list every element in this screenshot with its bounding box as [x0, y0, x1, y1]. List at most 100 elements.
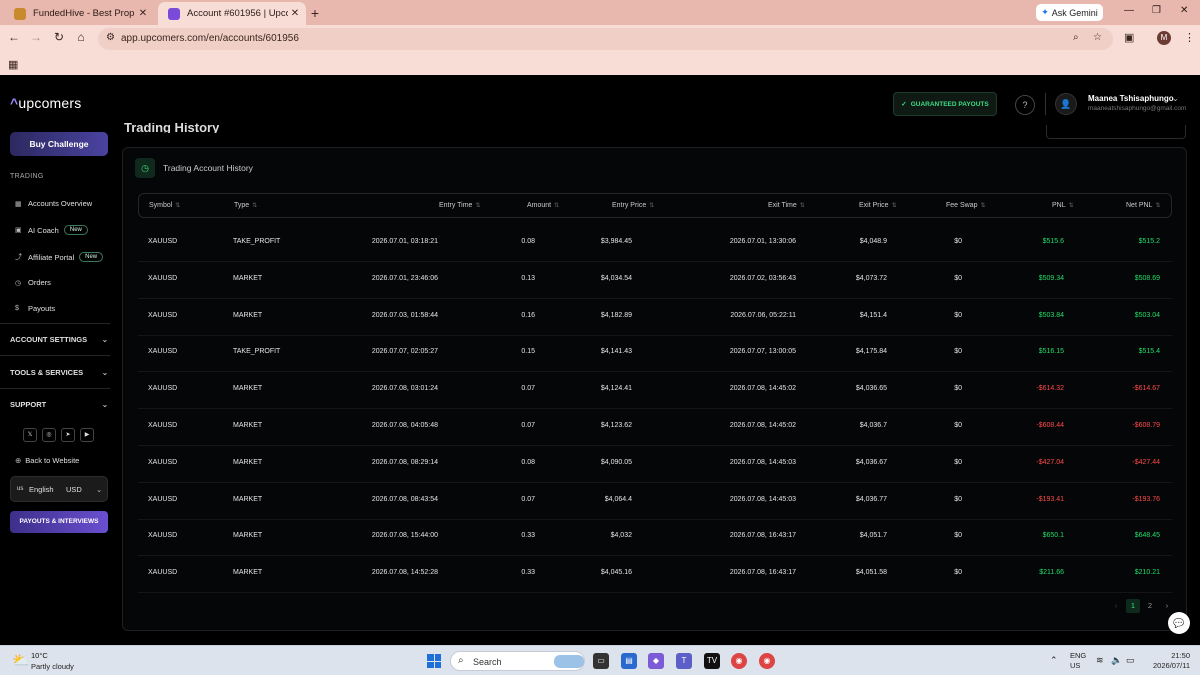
column-header-exit-time[interactable]: Exit Time ⇅	[768, 202, 805, 209]
close-window-icon[interactable]: ✕	[1180, 5, 1188, 16]
sidebar-item-ai-coach[interactable]: ▣ AI Coach New	[15, 225, 88, 235]
currency-value: USD	[66, 485, 82, 494]
tab-fundedhive[interactable]: FundedHive - Best Prop Firm of ✕	[4, 2, 154, 25]
input-language[interactable]: ENG US	[1070, 651, 1086, 671]
back-arrow-icon[interactable]: ←	[5, 30, 23, 44]
taskbar-search[interactable]: ⌕ Search	[450, 651, 585, 671]
fundedhive-favicon-icon	[14, 7, 26, 20]
close-icon[interactable]: ✕	[136, 8, 150, 19]
site-info-icon[interactable]: ⚙	[106, 32, 115, 43]
zoom-icon[interactable]: ⌕	[1073, 32, 1079, 43]
cell-exit-price: $4,036.7	[859, 422, 887, 429]
close-icon[interactable]: ✕	[288, 8, 302, 19]
cell-exit-price: $4,048.9	[859, 238, 887, 245]
cell-amount: 0.07	[521, 385, 535, 393]
minimize-icon[interactable]: —	[1124, 5, 1134, 16]
chevron-down-icon[interactable]: ⌄	[1172, 94, 1179, 103]
chevron-up-icon[interactable]: ⌃	[1050, 655, 1058, 666]
cell-entry-price: $4,064.4	[604, 495, 632, 503]
profile-avatar[interactable]: M	[1157, 31, 1171, 45]
help-icon[interactable]: ?	[1015, 95, 1035, 115]
chrome-profile-icon[interactable]: ◉	[759, 653, 775, 669]
buy-challenge-button[interactable]: Buy Challenge	[10, 132, 108, 156]
reload-icon[interactable]: ↻	[50, 30, 68, 44]
cell-symbol: XAUUSD	[148, 569, 178, 577]
youtube-icon[interactable]: ▶	[80, 428, 94, 442]
new-badge: New	[79, 252, 104, 262]
chat-support-icon[interactable]: 💬	[1168, 612, 1190, 634]
cell-entry-time: 2026.07.08, 14:52:28	[371, 569, 438, 577]
system-clock[interactable]: 21:50 2026/07/11	[1150, 651, 1190, 671]
guaranteed-payouts-button[interactable]: ✓ GUARANTEED PAYOUTS	[893, 92, 997, 116]
payouts-interviews-button[interactable]: PAYOUTS & INTERVIEWS	[10, 511, 108, 533]
column-header-amount[interactable]: Amount ⇅	[527, 202, 559, 209]
cell-entry-price: $4,182.89	[600, 311, 632, 319]
cell-exit-time: 2026.07.06, 05:22:11	[730, 311, 796, 319]
teams-icon[interactable]: T	[676, 653, 692, 669]
sidebar-item-affiliate-portal[interactable]: ⤴ Affiliate Portal New	[15, 252, 104, 262]
cell-entry-time: 2026.07.08, 08:43:54	[371, 495, 438, 503]
menu-kebab-icon[interactable]: ⋮	[1184, 31, 1195, 44]
weather-temp[interactable]: 10°C	[31, 651, 48, 660]
cell-entry-time: 2026.07.08, 15:44:00	[371, 532, 438, 540]
sort-icon: ⇅	[1155, 203, 1161, 209]
cell-entry-time: 2026.07.08, 04:05:48	[371, 422, 438, 429]
column-label: Exit Time	[768, 202, 797, 209]
tools-services-toggle[interactable]: TOOLS & SERVICES ⌄	[10, 368, 108, 377]
battery-icon[interactable]: ▭	[1126, 655, 1135, 666]
telegram-icon[interactable]: ➤	[61, 428, 75, 442]
tradingview-icon[interactable]: TV	[704, 653, 720, 669]
bookmark-star-icon[interactable]: ☆	[1093, 32, 1102, 43]
new-tab-button[interactable]: +	[308, 5, 322, 21]
page-2-button[interactable]: 2	[1143, 599, 1157, 613]
column-header-entry-time[interactable]: Entry Time ⇅	[439, 202, 480, 209]
windows-start-icon[interactable]	[427, 654, 441, 668]
sort-icon: ⇅	[554, 203, 560, 209]
copilot-icon[interactable]: ◆	[648, 653, 664, 669]
ask-gemini-button[interactable]: ✦ Ask Gemini	[1036, 4, 1103, 21]
home-icon[interactable]: ⌂	[72, 30, 90, 44]
tab-search-icon[interactable]: ▣	[1124, 31, 1134, 44]
maximize-icon[interactable]: ❐	[1152, 5, 1161, 16]
task-view-icon[interactable]: ▭	[593, 653, 609, 669]
store-icon[interactable]: ▤	[621, 653, 637, 669]
wifi-icon[interactable]: ≋	[1096, 655, 1104, 666]
back-to-website-link[interactable]: ⊕ Back to Website	[15, 456, 79, 465]
volume-icon[interactable]: 🔈	[1111, 655, 1122, 666]
sort-icon: ⇅	[799, 203, 805, 209]
column-header-entry-price[interactable]: Entry Price ⇅	[612, 202, 654, 209]
instagram-icon[interactable]: ◎	[42, 428, 56, 442]
column-header-pnl[interactable]: PNL ⇅	[1052, 202, 1074, 209]
apps-grid-icon[interactable]: ▦	[8, 58, 18, 71]
next-page-icon[interactable]: ›	[1160, 599, 1174, 613]
cell-entry-price: $4,034.54	[600, 274, 632, 282]
chrome-icon[interactable]: ◉	[731, 653, 747, 669]
account-settings-toggle[interactable]: ACCOUNT SETTINGS ⌄	[10, 335, 108, 344]
support-toggle[interactable]: SUPPORT ⌄	[10, 400, 108, 409]
sidebar-item-orders[interactable]: ◷ Orders	[15, 278, 51, 287]
date-range-select[interactable]	[1046, 125, 1186, 139]
cell-entry-time: 2026.07.03, 01:58:44	[371, 311, 438, 319]
column-header-exit-price[interactable]: Exit Price ⇅	[859, 202, 897, 209]
tab-upcomers[interactable]: Account #601956 | Upcomers ✕	[158, 2, 306, 25]
sidebar-item-accounts-overview[interactable]: ▦ Accounts Overview	[15, 199, 92, 208]
column-header-symbol[interactable]: Symbol ⇅	[149, 202, 180, 209]
cell-type: MARKET	[233, 274, 263, 282]
language-currency-select[interactable]: us English USD ⌄	[10, 476, 108, 502]
address-bar[interactable]: ⚙ app.upcomers.com/en/accounts/601956 ⌕ …	[98, 28, 1113, 50]
cell-net-pnl: $648.45	[1134, 532, 1160, 540]
column-header-net-pnl[interactable]: Net PNL ⇅	[1126, 202, 1161, 209]
prev-page-icon[interactable]: ‹	[1109, 599, 1123, 613]
column-header-fee-swap[interactable]: Fee Swap ⇅	[946, 202, 986, 209]
column-header-type[interactable]: Type ⇅	[234, 202, 257, 209]
page-1-button[interactable]: 1	[1126, 599, 1140, 613]
cell-fee-swap: $0	[954, 569, 962, 577]
sidebar-item-payouts[interactable]: $ Payouts	[15, 304, 55, 313]
forward-arrow-icon[interactable]: →	[27, 30, 45, 44]
user-name[interactable]: Maanea Tshisaphungo	[1088, 94, 1174, 103]
weather-desc[interactable]: Partly cloudy	[31, 662, 74, 671]
upcomers-logo[interactable]: ^upcomers	[10, 95, 81, 111]
user-avatar-icon[interactable]: 👤	[1055, 93, 1077, 115]
x-twitter-icon[interactable]: 𝕏	[23, 428, 37, 442]
support-label: SUPPORT	[10, 400, 47, 409]
